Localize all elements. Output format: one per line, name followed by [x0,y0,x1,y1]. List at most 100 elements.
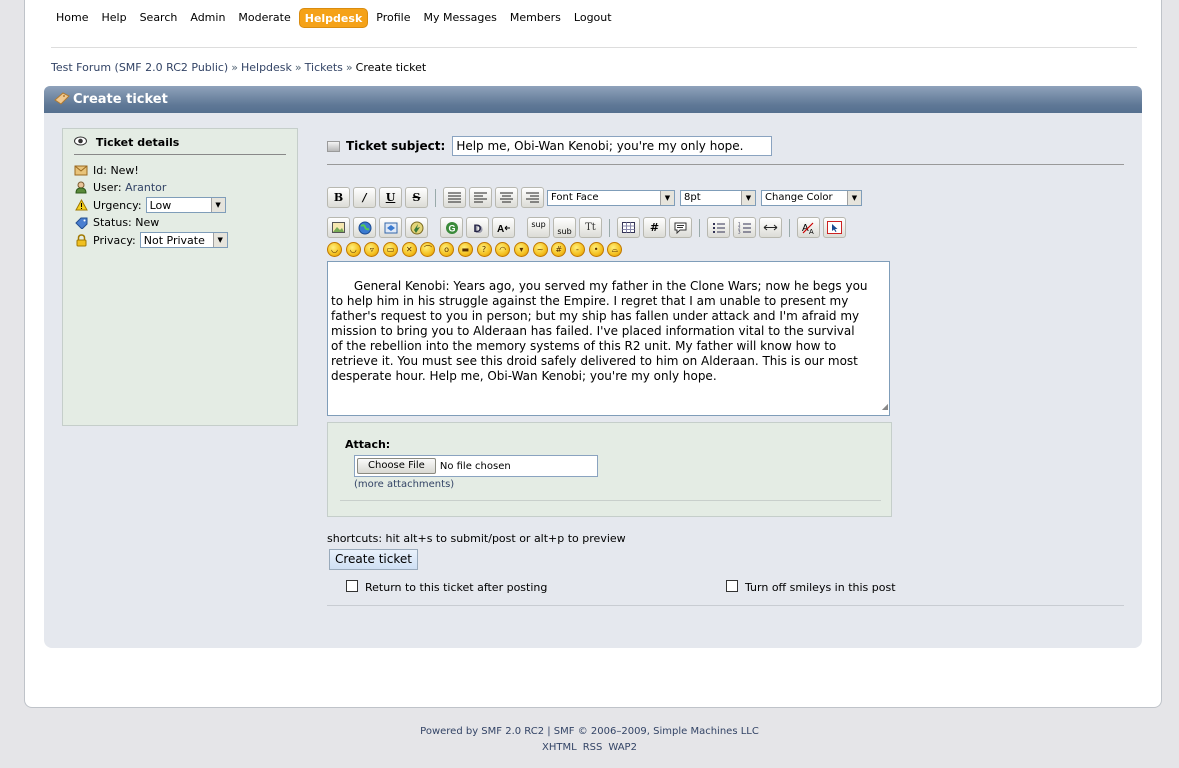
color-select[interactable]: Change Color ▼ [761,189,862,206]
breadcrumb-forum[interactable]: Test Forum (SMF 2.0 RC2 Public) [51,61,228,74]
align-left-button[interactable] [469,187,492,208]
subject-row: Ticket subject: [327,136,773,156]
smileys-option-label: Turn off smileys in this post [745,581,896,594]
smiley-cheesy-icon[interactable]: ▿ [364,242,380,257]
detail-privacy-label: Privacy: [93,233,136,247]
smiley-huh-icon[interactable]: ? [476,242,492,257]
menu-item-helpdesk[interactable]: Helpdesk [298,8,369,28]
smiley-smile-icon[interactable]: ◡ [327,242,342,257]
insert-link-button[interactable] [353,217,376,238]
footer-link-rss[interactable]: RSS [583,742,603,753]
message-textarea[interactable]: General Kenobi: Years ago, you served my… [327,261,890,416]
teletype-button[interactable]: Tt [579,217,602,238]
forum-wrapper: Home Help Search Admin Moderate Helpdesk… [24,0,1162,708]
subject-input[interactable] [452,136,773,156]
glow-icon: G [445,221,458,234]
insert-flash-button[interactable] [405,217,428,238]
strikethrough-button[interactable]: S [405,187,428,208]
menu-item-members[interactable]: Members [505,8,566,28]
menu-item-admin[interactable]: Admin [185,8,230,28]
table-icon [622,222,635,233]
align-center-button[interactable] [495,187,518,208]
toggle-view-icon [827,221,842,234]
glow-button[interactable]: G [440,217,463,238]
file-input[interactable]: Choose File No file chosen [354,455,598,477]
smiley-embarrassed-icon[interactable]: ~ [532,242,548,257]
color-value: Change Color [765,191,833,203]
flash-icon [410,221,423,234]
menu-item-search[interactable]: Search [135,8,183,28]
create-ticket-panel: Create ticket Ticket details Id: New! Us… [44,86,1142,648]
toolbar-separator [435,188,436,207]
marquee-button[interactable]: A [492,217,515,238]
smiley-shocked-icon[interactable]: o [439,242,455,257]
footer-links: XHTML RSS WAP2 [0,742,1179,753]
globe-icon [358,221,371,234]
smiley-rolleyes-icon[interactable]: ◠ [495,242,511,257]
create-ticket-button[interactable]: Create ticket [329,549,418,570]
insert-email-button[interactable] [379,217,402,238]
choose-file-button[interactable]: Choose File [357,458,436,474]
smileys-checkbox[interactable] [726,579,738,592]
ticket-details-box: Ticket details Id: New! User: Arantor Ur… [62,128,298,426]
breadcrumb-helpdesk[interactable]: Helpdesk [241,61,292,74]
shortcuts-hint: shortcuts: hit alt+s to submit/post or a… [327,532,626,545]
menu-item-moderate[interactable]: Moderate [233,8,295,28]
detail-status-value: New [135,216,160,230]
urgency-select[interactable]: Low ▼ [145,197,226,214]
menu-item-logout[interactable]: Logout [569,8,617,28]
toolbar-separator [699,218,700,237]
insert-quote-button[interactable] [669,217,692,238]
italic-button[interactable]: / [353,187,376,208]
smiley-undecided-icon[interactable]: - [569,242,585,257]
breadcrumb-separator: » [231,61,238,74]
smiley-wink-icon[interactable]: ◡ [345,242,361,257]
toggle-view-button[interactable] [823,217,846,238]
menu-item-my-messages[interactable]: My Messages [418,8,501,28]
insert-image-button[interactable] [327,217,350,238]
toolbar-separator [609,218,610,237]
more-attachments-link[interactable]: (more attachments) [354,479,454,490]
ordered-list-icon: 123 [738,222,751,234]
subscript-button[interactable]: sub [553,217,576,238]
image-icon [332,222,345,233]
smiley-grin-icon[interactable]: ▭ [383,242,399,257]
menu-item-home[interactable]: Home [51,8,93,28]
smileys-option: Turn off smileys in this post [726,579,896,594]
insert-table-button[interactable] [617,217,640,238]
underline-button[interactable]: U [379,187,402,208]
smiley-tongue-icon[interactable]: ▾ [513,242,529,257]
breadcrumb-tickets[interactable]: Tickets [305,61,343,74]
bold-button[interactable]: B [327,187,350,208]
menu-item-help[interactable]: Help [96,8,131,28]
footer-link-wap2[interactable]: WAP2 [608,742,637,753]
footer-link-xhtml[interactable]: XHTML [542,742,577,753]
menu-item-profile[interactable]: Profile [371,8,415,28]
pre-button[interactable] [443,187,466,208]
return-checkbox[interactable] [346,579,358,592]
horizontal-rule-button[interactable] [759,217,782,238]
resize-grip-icon[interactable]: ◢ [882,399,888,414]
detail-user-link[interactable]: Arantor [125,181,166,194]
remove-format-button[interactable]: AA [797,217,820,238]
bullet-list-button[interactable] [707,217,730,238]
smiley-angry-icon[interactable]: ✕ [401,242,417,257]
envelope-icon [74,163,88,177]
smiley-kiss-icon[interactable]: • [588,242,604,257]
shadow-button[interactable]: DD [466,217,489,238]
smiley-sad-icon[interactable]: ⌒ [420,242,436,257]
ordered-list-button[interactable]: 123 [733,217,756,238]
align-right-button[interactable] [521,187,544,208]
align-left-icon [474,192,487,203]
insert-code-button[interactable]: # [643,217,666,238]
shadow-icon: DD [473,223,483,235]
superscript-button[interactable]: sup [527,217,550,238]
privacy-select[interactable]: Not Private ▼ [139,232,228,249]
smiley-cry-icon[interactable]: ⌓ [607,242,623,257]
format-toolbar: B / U S Font Face ▼ 8pt ▼ Change Color ▼ [327,187,867,208]
smiley-cool-icon[interactable]: ▬ [457,242,473,257]
font-face-select[interactable]: Font Face ▼ [547,189,675,206]
smiley-lipsrsealed-icon[interactable]: # [551,242,567,257]
font-size-select[interactable]: 8pt ▼ [680,189,756,206]
ftp-icon [384,222,397,233]
